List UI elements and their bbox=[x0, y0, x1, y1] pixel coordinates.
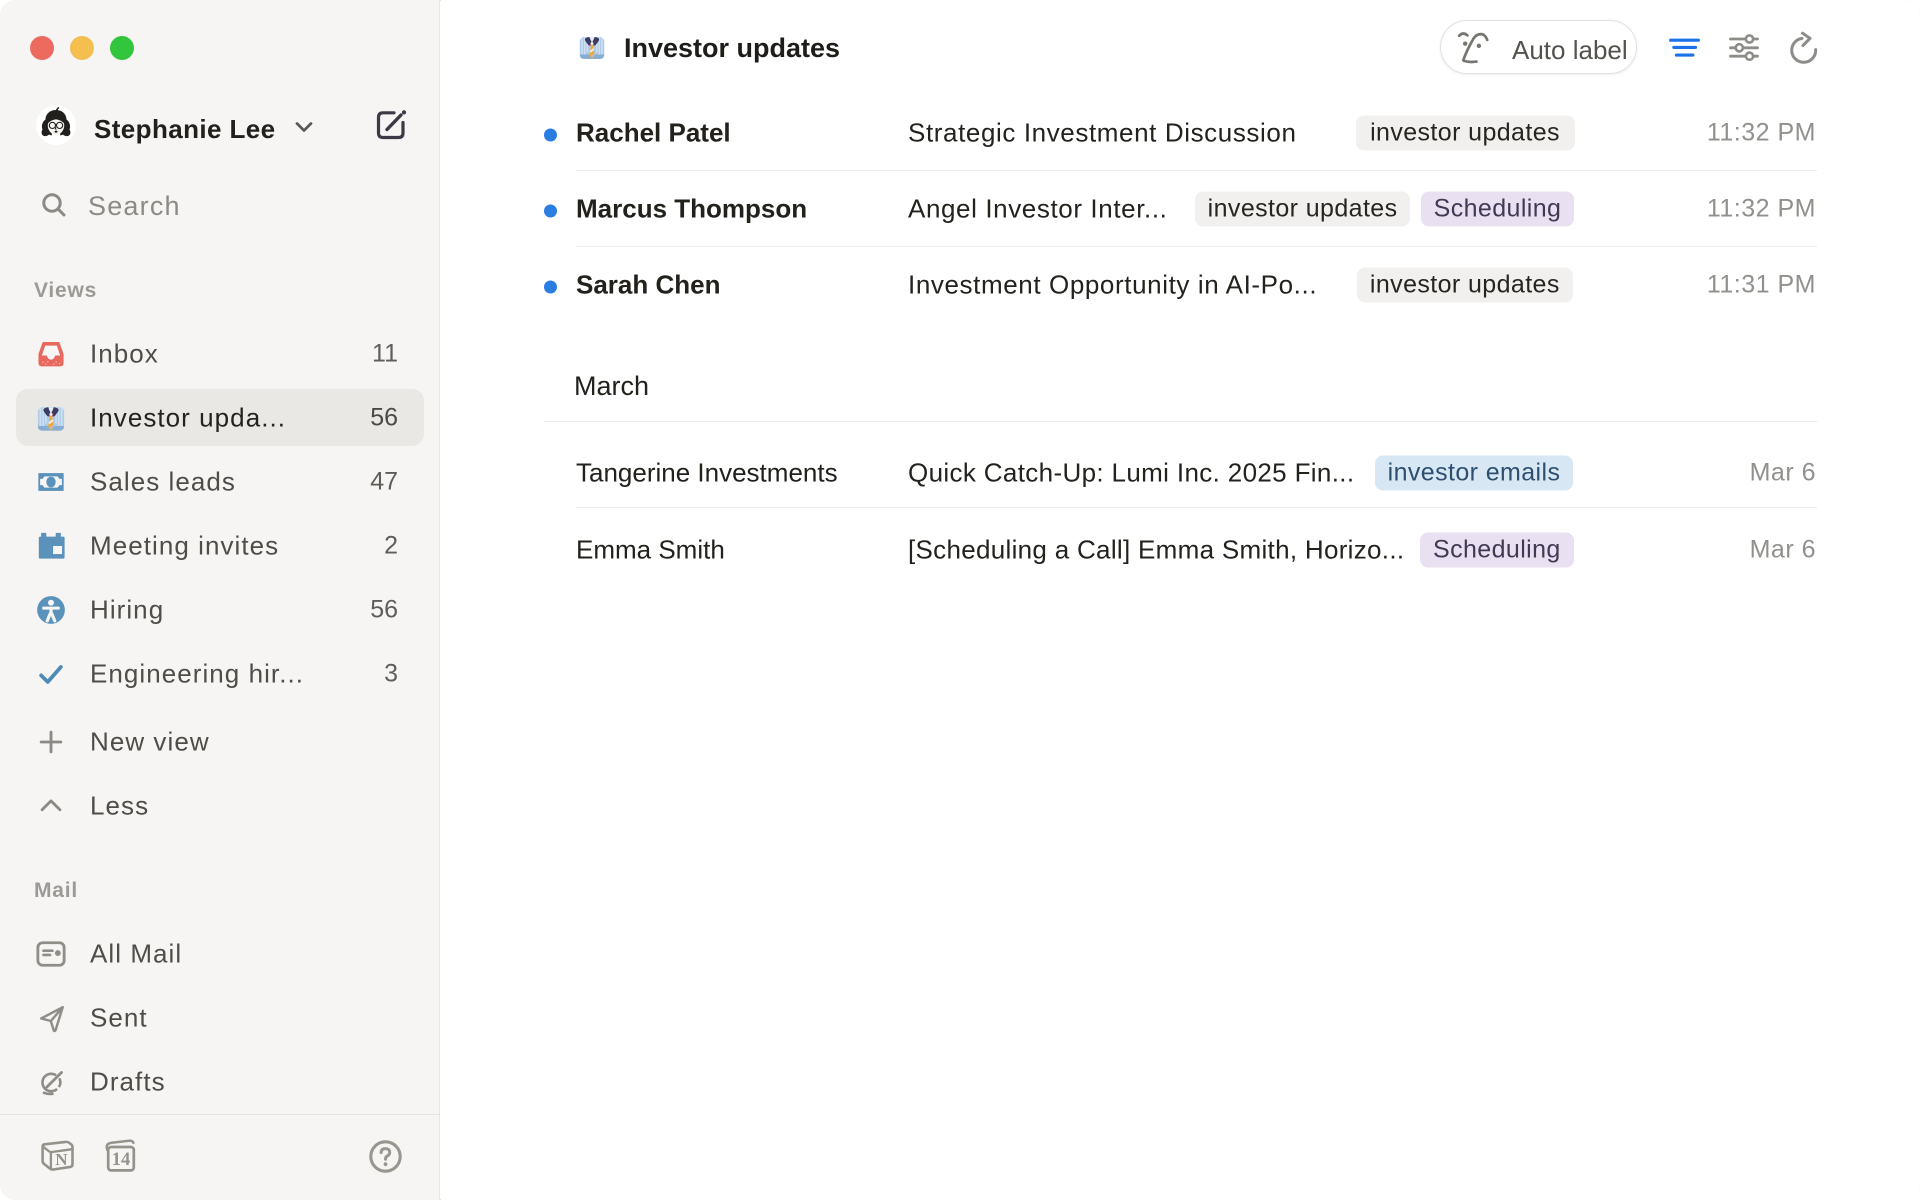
svg-text:14: 14 bbox=[112, 1150, 131, 1170]
svg-text:N: N bbox=[55, 1150, 68, 1169]
